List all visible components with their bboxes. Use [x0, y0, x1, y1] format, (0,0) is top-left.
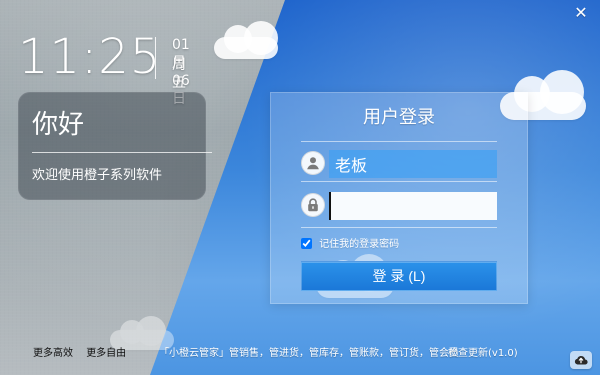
footer-left-item: 更多高效	[33, 348, 73, 359]
remember-password-checkbox[interactable]	[301, 238, 312, 249]
user-icon	[301, 151, 325, 175]
cloud-decoration	[214, 21, 278, 59]
login-divider	[301, 181, 497, 182]
check-update-link[interactable]: 检查更新(v1.0)	[448, 348, 518, 360]
login-panel: 用户登录 记住我的登录密码 登 录 (L)	[270, 92, 528, 304]
greeting-divider	[32, 152, 212, 153]
cloud-upload-button[interactable]	[570, 351, 592, 369]
clock-weekday: 周五	[172, 57, 186, 91]
password-row	[301, 192, 497, 220]
lock-icon	[301, 193, 325, 217]
footer-left: 更多高效 更多自由	[33, 348, 136, 360]
clock-separator	[155, 37, 156, 79]
login-divider	[301, 141, 497, 142]
cloud-icon	[574, 356, 588, 365]
footer-center-text: 「小橙云管家」管销售，管进货，管库存，管账款，管订货，管会员	[159, 348, 459, 359]
greeting-title: 你好	[32, 110, 85, 140]
login-title: 用户登录	[363, 107, 435, 128]
greeting-card: 你好 欢迎使用橙子系列软件	[18, 92, 212, 200]
username-input[interactable]	[329, 150, 497, 178]
clock-time: 11:25	[18, 29, 162, 85]
greeting-subtitle: 欢迎使用橙子系列软件	[32, 168, 163, 183]
footer-left-item: 更多自由	[86, 348, 127, 359]
password-input[interactable]	[329, 192, 497, 220]
cloud-decoration	[110, 316, 174, 350]
login-button[interactable]: 登 录 (L)	[301, 261, 497, 291]
remember-password-option[interactable]: 记住我的登录密码	[301, 238, 399, 252]
remember-password-label: 记住我的登录密码	[319, 239, 400, 250]
login-divider	[301, 227, 497, 228]
close-icon: ✕	[574, 3, 588, 22]
close-button[interactable]: ✕	[572, 4, 590, 22]
username-row	[301, 150, 497, 178]
